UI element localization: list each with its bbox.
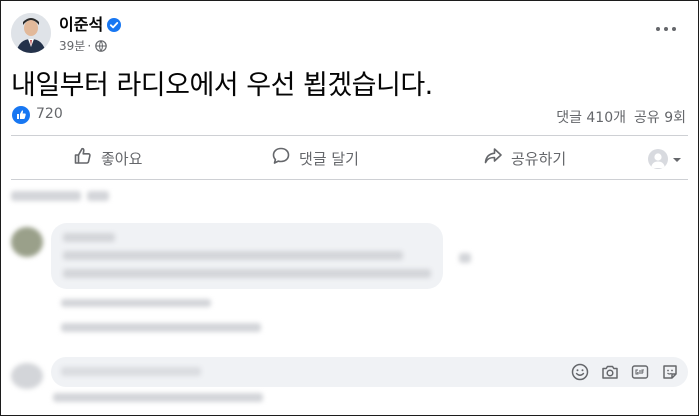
author-name-text[interactable]: 이준석 [59,15,103,34]
commenter-avatar-blurred [11,363,43,389]
meta-separator: · [87,39,92,53]
author-avatar[interactable] [11,13,51,53]
comment-count[interactable]: 댓글 410개 [556,110,626,126]
action-bar: 좋아요 댓글 달기 공유하기 [1,142,698,174]
post-time[interactable]: 39분 [59,39,85,53]
comment-button[interactable]: 댓글 달기 [271,142,359,174]
share-count[interactable]: 공유 9회 [634,110,686,126]
share-label: 공유하기 [511,149,567,168]
comment-options-blurred [459,253,471,263]
chevron-down-icon [672,150,682,169]
comment-sort-chevron-blurred [87,191,109,201]
author-name[interactable]: 이준석 [59,11,122,36]
comment-composer[interactable] [51,357,688,387]
sticker-icon[interactable] [660,362,680,382]
like-label: 좋아요 [101,149,143,168]
emoji-icon[interactable] [570,362,590,382]
composer-tools [570,362,680,382]
facebook-post: 이준석 39분 · 내일부터 라디오에서 우선 뵙겠습니다. 720 댓글 410… [0,0,699,416]
comment-line-blurred [63,251,403,260]
engagement-counts: 댓글 410개 공유 9회 [556,107,686,127]
comment-line-blurred [53,393,263,402]
thumbs-up-icon [73,146,101,170]
share-icon [483,146,511,170]
comment-line-blurred [63,269,431,278]
reply-link-blurred [61,323,261,332]
commenter-name-blurred [63,233,115,242]
audience-selector[interactable] [648,149,682,169]
post-stats: 720 댓글 410개 공유 9회 [1,101,698,129]
verified-badge-icon [107,17,122,36]
divider [11,135,688,136]
composer-placeholder-blurred [61,367,201,376]
post-meta: 39분 · [59,37,107,55]
divider [11,179,688,180]
comment-label: 댓글 달기 [299,149,359,168]
globe-icon [95,40,107,55]
viewer-avatar [648,149,668,169]
comment-actions-blurred [61,299,211,307]
reaction-count[interactable]: 720 [36,106,63,122]
commenter-avatar-blurred [11,227,43,257]
gif-icon[interactable] [630,362,650,382]
comment-icon [271,146,299,170]
like-reaction-icon[interactable] [12,106,30,124]
like-button[interactable]: 좋아요 [73,142,142,174]
post-text: 내일부터 라디오에서 우선 뵙겠습니다. [11,70,433,101]
share-button[interactable]: 공유하기 [483,142,566,174]
more-options-icon[interactable] [654,19,678,31]
camera-icon[interactable] [600,362,620,382]
comment-sort-label-blurred [11,191,81,201]
